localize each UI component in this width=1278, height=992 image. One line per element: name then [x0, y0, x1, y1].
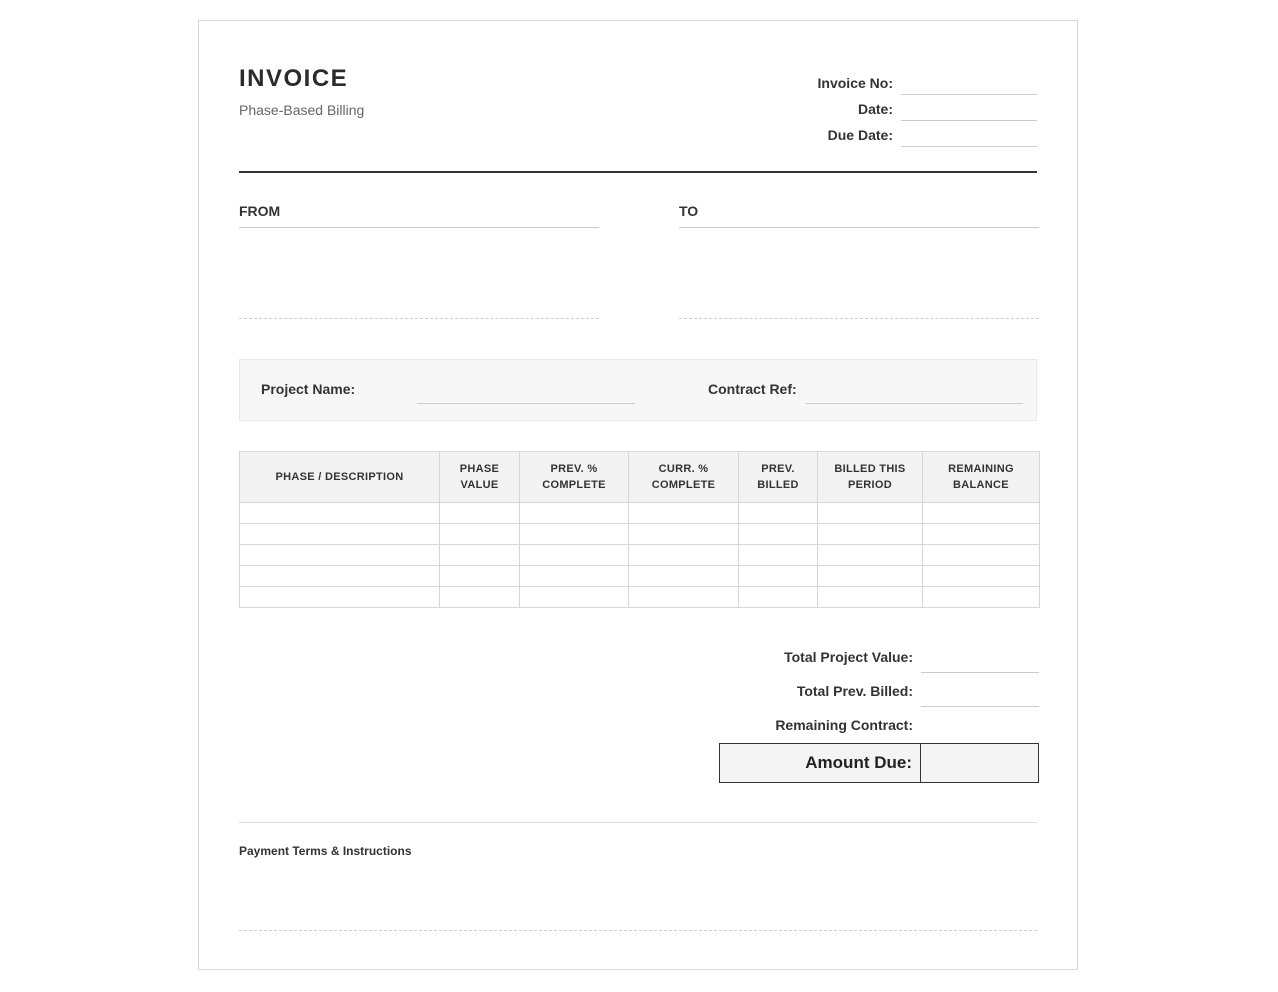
- invoice-title: INVOICE: [239, 65, 349, 92]
- to-section: TO: [679, 203, 1039, 319]
- from-label: FROM: [239, 203, 599, 228]
- date-row: Date:: [783, 95, 1037, 121]
- totals-section: Total Project Value: Total Prev. Billed:…: [719, 639, 1039, 783]
- total-project-value-label: Total Project Value:: [784, 649, 913, 665]
- invoice-no-label: Invoice No:: [817, 75, 893, 91]
- date-label: Date:: [857, 101, 893, 117]
- col-prev-billed: Prev. Billed: [738, 451, 818, 503]
- table-cell[interactable]: [922, 586, 1040, 608]
- total-prev-billed-label: Total Prev. Billed:: [796, 683, 913, 699]
- table-cell[interactable]: [738, 586, 818, 608]
- table-cell[interactable]: [922, 523, 1040, 545]
- to-label: TO: [679, 203, 1039, 228]
- table-cell[interactable]: [439, 544, 520, 566]
- from-section: FROM: [239, 203, 599, 319]
- table-cell[interactable]: [439, 523, 520, 545]
- table-cell[interactable]: [628, 523, 739, 545]
- table-cell[interactable]: [738, 523, 818, 545]
- project-name-label: Project Name:: [261, 381, 356, 397]
- table-cell[interactable]: [817, 586, 923, 608]
- payment-terms-title: Payment Terms & Instructions: [239, 844, 412, 858]
- table-cell[interactable]: [922, 502, 1040, 524]
- table-cell[interactable]: [439, 565, 520, 587]
- table-cell[interactable]: [519, 544, 629, 566]
- contract-ref-field[interactable]: [806, 403, 1023, 404]
- table-cell[interactable]: [439, 502, 520, 524]
- contract-ref-label: Contract Ref:: [708, 381, 797, 397]
- table-cell[interactable]: [817, 502, 923, 524]
- table-cell[interactable]: [239, 502, 440, 524]
- table-cell[interactable]: [738, 544, 818, 566]
- header-divider: [239, 171, 1037, 173]
- table-cell[interactable]: [817, 565, 923, 587]
- table-cell[interactable]: [519, 502, 629, 524]
- phase-table: Phase / Description Phase Value Prev. % …: [239, 451, 1040, 608]
- remaining-contract-label: Remaining Contract:: [775, 717, 913, 733]
- table-row: [239, 523, 1040, 545]
- date-field[interactable]: [901, 95, 1037, 121]
- table-cell[interactable]: [922, 565, 1040, 587]
- table-cell[interactable]: [817, 544, 923, 566]
- amount-due-row: Amount Due:: [719, 743, 1039, 783]
- payment-terms-field[interactable]: [239, 930, 1037, 931]
- table-row: [239, 544, 1040, 566]
- invoice-meta: Invoice No: Date: Due Date:: [783, 69, 1037, 147]
- table-cell[interactable]: [922, 544, 1040, 566]
- terms-divider: [239, 822, 1037, 823]
- col-billed-this-period: Billed This Period: [817, 451, 923, 503]
- total-project-value-field[interactable]: [921, 639, 1039, 673]
- project-name-field[interactable]: [417, 403, 635, 404]
- table-cell[interactable]: [239, 586, 440, 608]
- amount-due-label: Amount Due:: [719, 743, 921, 783]
- col-remaining-balance: Remaining Balance: [922, 451, 1040, 503]
- table-cell[interactable]: [239, 565, 440, 587]
- table-cell[interactable]: [519, 523, 629, 545]
- invoice-no-row: Invoice No:: [783, 69, 1037, 95]
- invoice-sheet: INVOICE Phase-Based Billing Invoice No: …: [198, 20, 1078, 970]
- due-date-label: Due Date:: [827, 127, 893, 143]
- table-row: [239, 502, 1040, 524]
- table-cell[interactable]: [239, 523, 440, 545]
- col-phase-value: Phase Value: [439, 451, 520, 503]
- table-cell[interactable]: [239, 544, 440, 566]
- table-cell[interactable]: [817, 523, 923, 545]
- invoice-subtitle: Phase-Based Billing: [239, 102, 365, 118]
- table-cell[interactable]: [738, 502, 818, 524]
- due-date-row: Due Date:: [783, 121, 1037, 147]
- amount-due-field[interactable]: [921, 743, 1039, 783]
- due-date-field[interactable]: [901, 121, 1037, 147]
- table-header-row: Phase / Description Phase Value Prev. % …: [239, 451, 1040, 503]
- remaining-contract-field[interactable]: [921, 707, 1039, 741]
- col-prev-complete: Prev. % Complete: [519, 451, 629, 503]
- table-cell[interactable]: [628, 565, 739, 587]
- col-curr-complete: Curr. % Complete: [628, 451, 739, 503]
- to-field[interactable]: [679, 228, 1039, 319]
- remaining-contract-row: Remaining Contract:: [719, 707, 1039, 741]
- table-cell[interactable]: [439, 586, 520, 608]
- invoice-no-field[interactable]: [901, 69, 1037, 95]
- table-cell[interactable]: [519, 586, 629, 608]
- table-cell[interactable]: [519, 565, 629, 587]
- total-prev-billed-field[interactable]: [921, 673, 1039, 707]
- total-prev-billed-row: Total Prev. Billed:: [719, 673, 1039, 707]
- table-cell[interactable]: [738, 565, 818, 587]
- from-field[interactable]: [239, 228, 599, 319]
- table-row: [239, 586, 1040, 608]
- col-phase-description: Phase / Description: [239, 451, 440, 503]
- total-project-value-row: Total Project Value:: [719, 639, 1039, 673]
- project-info-box: Project Name: Contract Ref:: [239, 359, 1037, 421]
- table-cell[interactable]: [628, 586, 739, 608]
- table-cell[interactable]: [628, 502, 739, 524]
- table-row: [239, 565, 1040, 587]
- table-cell[interactable]: [628, 544, 739, 566]
